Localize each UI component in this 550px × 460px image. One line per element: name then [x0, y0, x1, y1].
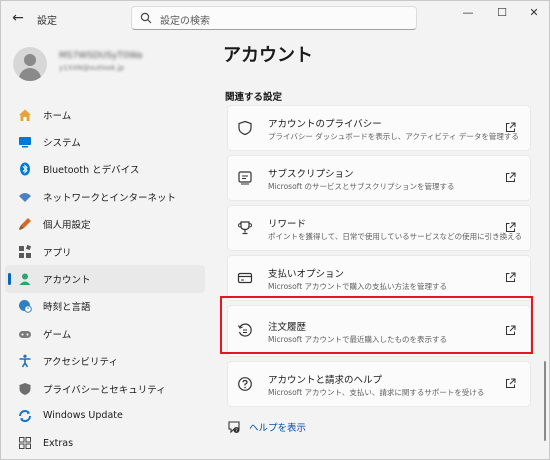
- external-link-icon: [506, 122, 516, 132]
- user-name: MS7WSDUSyT0Wa: [59, 51, 143, 61]
- page-title: アカウント: [223, 45, 313, 66]
- card-account-billing-help[interactable]: アカウントと請求のヘルプ Microsoft アカウント、支払い、請求に関するサ…: [227, 361, 531, 407]
- sidebar-item-label: Extras: [43, 437, 74, 449]
- card-subtitle: Microsoft アカウントで購入の支払い方法を管理する: [268, 282, 448, 291]
- scrollbar[interactable]: [544, 361, 546, 441]
- sidebar-item-privacy-security[interactable]: プライバシーとセキュリティ: [5, 375, 205, 402]
- user-email: y1XXN@outlook.jp: [59, 64, 125, 72]
- card-subtitle: Microsoft アカウント、支払い、請求に関するサポートを受ける: [268, 388, 485, 397]
- app-title: 設定: [37, 16, 57, 27]
- sidebar-item-label: システム: [43, 138, 81, 150]
- sidebar-item-bluetooth[interactable]: Bluetooth とデバイス: [5, 156, 205, 183]
- card-title: 支払いオプション: [268, 269, 345, 280]
- sidebar-item-time-language[interactable]: 時刻と言語: [5, 293, 205, 320]
- monitor-icon: [17, 134, 33, 150]
- sidebar-item-label: 個人用設定: [43, 220, 91, 232]
- card-title: リワード: [268, 219, 307, 230]
- card-account-privacy[interactable]: アカウントのプライバシー プライバシー ダッシュボードを表示し、アクティビティ …: [227, 105, 531, 151]
- credit-card-icon: [237, 272, 253, 284]
- account-icon: [17, 271, 33, 287]
- card-subscriptions[interactable]: サブスクリプション Microsoft のサービスとサブスクリプションを管理する: [227, 155, 531, 201]
- related-settings-list: アカウントのプライバシー プライバシー ダッシュボードを表示し、アクティビティ …: [227, 105, 531, 411]
- extras-icon: [17, 435, 33, 451]
- card-subtitle: Microsoft のサービスとサブスクリプションを管理する: [268, 182, 455, 191]
- external-link-icon: [506, 272, 516, 282]
- sidebar-item-extras[interactable]: Extras: [5, 430, 205, 457]
- sidebar-item-label: アクセシビリティ: [43, 357, 118, 369]
- sidebar-item-label: ネットワークとインターネット: [43, 192, 177, 204]
- active-indicator: [8, 273, 11, 286]
- card-subtitle: プライバシー ダッシュボードを表示し、アクティビティ データを管理する: [268, 132, 519, 141]
- avatar-body: [19, 68, 41, 81]
- external-link-icon: [506, 378, 516, 388]
- sidebar-item-label: ゲーム: [43, 329, 72, 341]
- sidebar-item-home[interactable]: ホーム: [5, 101, 205, 128]
- sidebar-item-personalization[interactable]: 個人用設定: [5, 211, 205, 238]
- card-title: サブスクリプション: [268, 169, 354, 180]
- gamepad-icon: [17, 326, 33, 342]
- get-help-link[interactable]: ? ヘルプを表示: [227, 420, 306, 434]
- card-rewards[interactable]: リワード ポイントを獲得して、日常で使用しているサービスなどの使用に引き換える: [227, 205, 531, 251]
- back-button[interactable]: ←: [9, 9, 27, 27]
- card-payment-options[interactable]: 支払いオプション Microsoft アカウントで購入の支払い方法を管理する: [227, 255, 531, 301]
- sidebar-nav: ホーム システム Bluetooth とデバイス ネットワークとインターネット …: [5, 101, 205, 457]
- trophy-icon: [237, 221, 253, 235]
- sidebar-item-label: Bluetooth とデバイス: [43, 165, 140, 177]
- update-icon: [17, 408, 33, 424]
- sidebar-item-windows-update[interactable]: Windows Update: [5, 402, 205, 429]
- accessibility-icon: [17, 353, 33, 369]
- settings-window: ← 設定 設定の検索 — ☐ ✕ MS7WSDUSyT0Wa y1XXN@out…: [0, 0, 550, 460]
- maximize-button[interactable]: ☐: [487, 5, 517, 21]
- external-link-icon: [506, 222, 516, 232]
- search-box[interactable]: 設定の検索: [131, 6, 417, 30]
- sidebar-item-apps[interactable]: アプリ: [5, 238, 205, 265]
- subscription-icon: [238, 171, 252, 185]
- sidebar-item-label: アプリ: [43, 247, 72, 259]
- card-title: アカウントと請求のヘルプ: [268, 375, 383, 386]
- minimize-button[interactable]: —: [453, 5, 483, 21]
- title-bar: ← 設定 設定の検索 — ☐ ✕: [1, 1, 549, 35]
- card-title: アカウントのプライバシー: [268, 119, 382, 130]
- shield-icon: [17, 381, 33, 397]
- sidebar-item-label: ホーム: [43, 110, 72, 122]
- sidebar-item-label: プライバシーとセキュリティ: [43, 384, 166, 396]
- wifi-icon: [17, 189, 33, 205]
- search-placeholder: 設定の検索: [160, 16, 210, 27]
- external-link-icon: [506, 172, 516, 182]
- sidebar-item-label: アカウント: [43, 275, 91, 287]
- sidebar-item-label: Windows Update: [43, 410, 123, 422]
- help-circle-icon: [238, 377, 252, 391]
- sidebar-item-accounts[interactable]: アカウント: [5, 265, 205, 293]
- close-button[interactable]: ✕: [519, 5, 549, 21]
- shield-outline-icon: [238, 120, 252, 136]
- search-icon: [140, 12, 152, 24]
- avatar-head: [24, 54, 36, 66]
- sidebar-item-accessibility[interactable]: アクセシビリティ: [5, 348, 205, 375]
- avatar[interactable]: [13, 47, 47, 81]
- sidebar-item-network[interactable]: ネットワークとインターネット: [5, 183, 205, 210]
- help-label: ヘルプを表示: [249, 423, 307, 434]
- globe-clock-icon: [17, 298, 33, 314]
- sidebar-item-label: 時刻と言語: [43, 302, 91, 314]
- card-subtitle: ポイントを獲得して、日常で使用しているサービスなどの使用に引き換える: [268, 232, 522, 241]
- apps-icon: [17, 244, 33, 260]
- sidebar-item-system[interactable]: システム: [5, 128, 205, 155]
- home-icon: [17, 107, 33, 123]
- help-chat-icon: ?: [228, 421, 240, 434]
- bluetooth-icon: [17, 161, 33, 177]
- sidebar-item-gaming[interactable]: ゲーム: [5, 320, 205, 347]
- brush-icon: [17, 216, 33, 232]
- section-title: 関連する設定: [225, 92, 283, 103]
- highlight-box: [220, 296, 533, 354]
